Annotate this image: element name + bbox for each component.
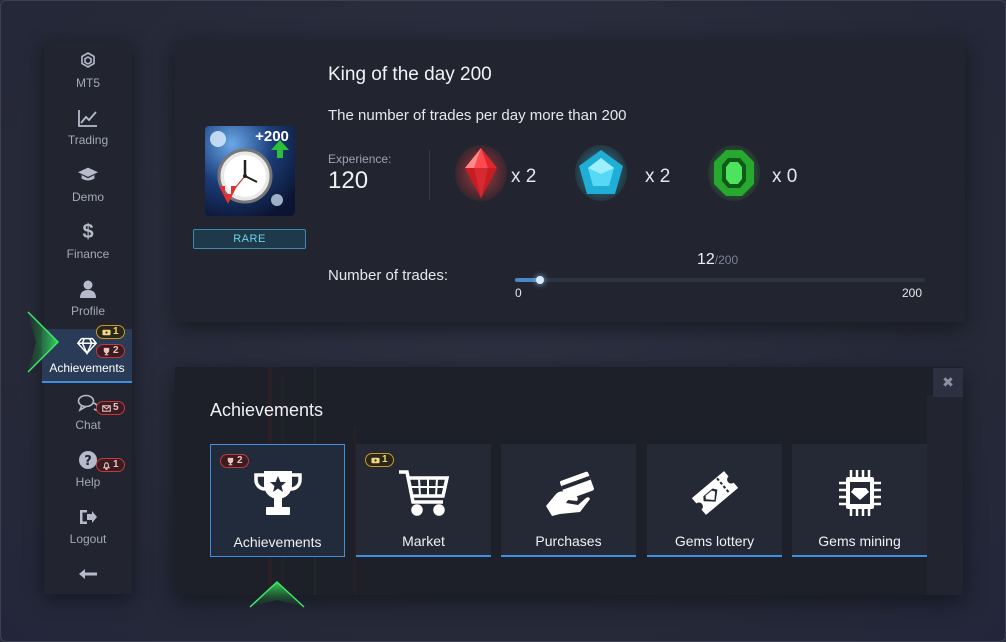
achievement-title: King of the day 200	[328, 64, 492, 85]
experience-label: Experience:	[328, 152, 392, 166]
sidebar-collapse-button[interactable]	[44, 557, 132, 587]
tile-label: Achievements	[233, 534, 322, 550]
tile-label: Purchases	[535, 533, 602, 549]
progress-value: 12/200	[697, 251, 738, 269]
achievements-ticket-badge: 1	[96, 325, 125, 339]
arrow-left-icon	[77, 563, 99, 585]
trophy-icon	[211, 467, 344, 521]
progress-min-label: 0	[515, 286, 522, 300]
blue-gem-count: x 2	[645, 166, 671, 187]
sidebar-item-mt5[interactable]: MT5	[44, 44, 132, 98]
chip-gem-icon	[792, 466, 927, 520]
achievement-image: +200	[205, 126, 295, 216]
sidebar-item-label: Trading	[67, 133, 109, 147]
badge-count: 1	[113, 326, 119, 337]
sidebar-item-label: Achievements	[49, 361, 125, 375]
sidebar-item-label: Demo	[71, 190, 104, 204]
tile-market-badge: 1	[365, 453, 394, 467]
achievement-description: The number of trades per day more than 2…	[328, 107, 627, 124]
ticket-icon	[371, 457, 380, 463]
tile-gems-mining[interactable]: Gems mining	[792, 444, 927, 557]
cart-icon	[356, 466, 491, 520]
selected-tile-pointer	[249, 580, 305, 608]
progress-max: /200	[714, 253, 739, 267]
chat-mail-badge: 5	[96, 401, 125, 415]
badge-count: 2	[113, 345, 119, 356]
sidebar-item-label: MT5	[76, 76, 100, 90]
trophy-icon	[103, 347, 110, 355]
mail-icon	[102, 404, 111, 412]
sidebar-item-demo[interactable]: Demo	[44, 158, 132, 212]
chart-line-icon	[77, 107, 99, 129]
sidebar-item-label: Chat	[75, 418, 101, 432]
rarity-badge: RARE	[193, 229, 306, 249]
tile-label: Market	[402, 533, 445, 549]
close-icon: ✖	[942, 374, 954, 390]
badge-count: 1	[113, 459, 119, 470]
badge-count: 5	[113, 402, 119, 413]
divider	[429, 150, 430, 200]
card-hand-icon	[501, 466, 636, 520]
help-bell-badge: 1	[96, 458, 125, 472]
green-gem-count: x 0	[772, 166, 798, 187]
red-gem-count: x 2	[511, 166, 537, 187]
achievements-panel: Achievements 2 Achievements 1 Market Pur…	[175, 367, 963, 595]
graduation-cap-icon	[77, 164, 99, 186]
ticket-icon	[102, 329, 111, 335]
trades-label: Number of trades:	[328, 267, 449, 284]
panel-title: Achievements	[210, 400, 324, 420]
panel-scrollbar[interactable]	[927, 395, 963, 595]
green-gem-icon	[708, 145, 760, 201]
tile-label: Gems lottery	[674, 533, 755, 549]
dollar-icon: $	[82, 220, 94, 243]
sidebar-item-finance[interactable]: $ Finance	[44, 215, 132, 269]
svg-text:?: ?	[84, 454, 92, 469]
diamond-icon	[76, 335, 98, 357]
tile-achievements-badge: 2	[220, 454, 249, 468]
tile-gems-lottery[interactable]: Gems lottery	[647, 444, 782, 557]
badge-count: 1	[382, 454, 388, 465]
bell-icon	[102, 461, 111, 470]
progress-knob	[535, 276, 544, 284]
sidebar-item-label: Profile	[70, 304, 105, 318]
tile-market[interactable]: 1 Market	[356, 444, 491, 557]
logout-icon	[77, 506, 99, 528]
achievements-trophy-badge: 2	[96, 344, 125, 358]
sidebar-item-label: Logout	[69, 532, 107, 546]
progress-max-label: 200	[902, 286, 923, 300]
achievement-image-badge: +200	[255, 128, 289, 145]
sidebar-item-logout[interactable]: Logout	[44, 500, 132, 554]
active-pointer-arrow	[27, 311, 60, 373]
ticket-gem-icon	[647, 466, 782, 520]
achievement-detail-card: +200 RARE King of the day 200 The number…	[175, 40, 965, 322]
red-gem-icon	[455, 145, 507, 201]
sidebar-item-trading[interactable]: Trading	[44, 101, 132, 155]
progress-track	[515, 276, 925, 284]
experience-value: 120	[328, 167, 369, 194]
user-icon	[77, 278, 99, 300]
badge-count: 2	[237, 455, 243, 466]
sidebar-item-label: Finance	[66, 247, 110, 261]
mt5-icon	[77, 50, 99, 72]
close-button[interactable]: ✖	[933, 368, 963, 397]
progress-current: 12	[697, 251, 715, 268]
sidebar-item-label: Help	[75, 475, 101, 489]
blue-gem-icon	[575, 145, 627, 201]
tile-purchases[interactable]: Purchases	[501, 444, 636, 557]
tile-achievements[interactable]: 2 Achievements	[210, 444, 345, 557]
trophy-icon	[227, 457, 234, 465]
tile-label: Gems mining	[818, 533, 901, 549]
